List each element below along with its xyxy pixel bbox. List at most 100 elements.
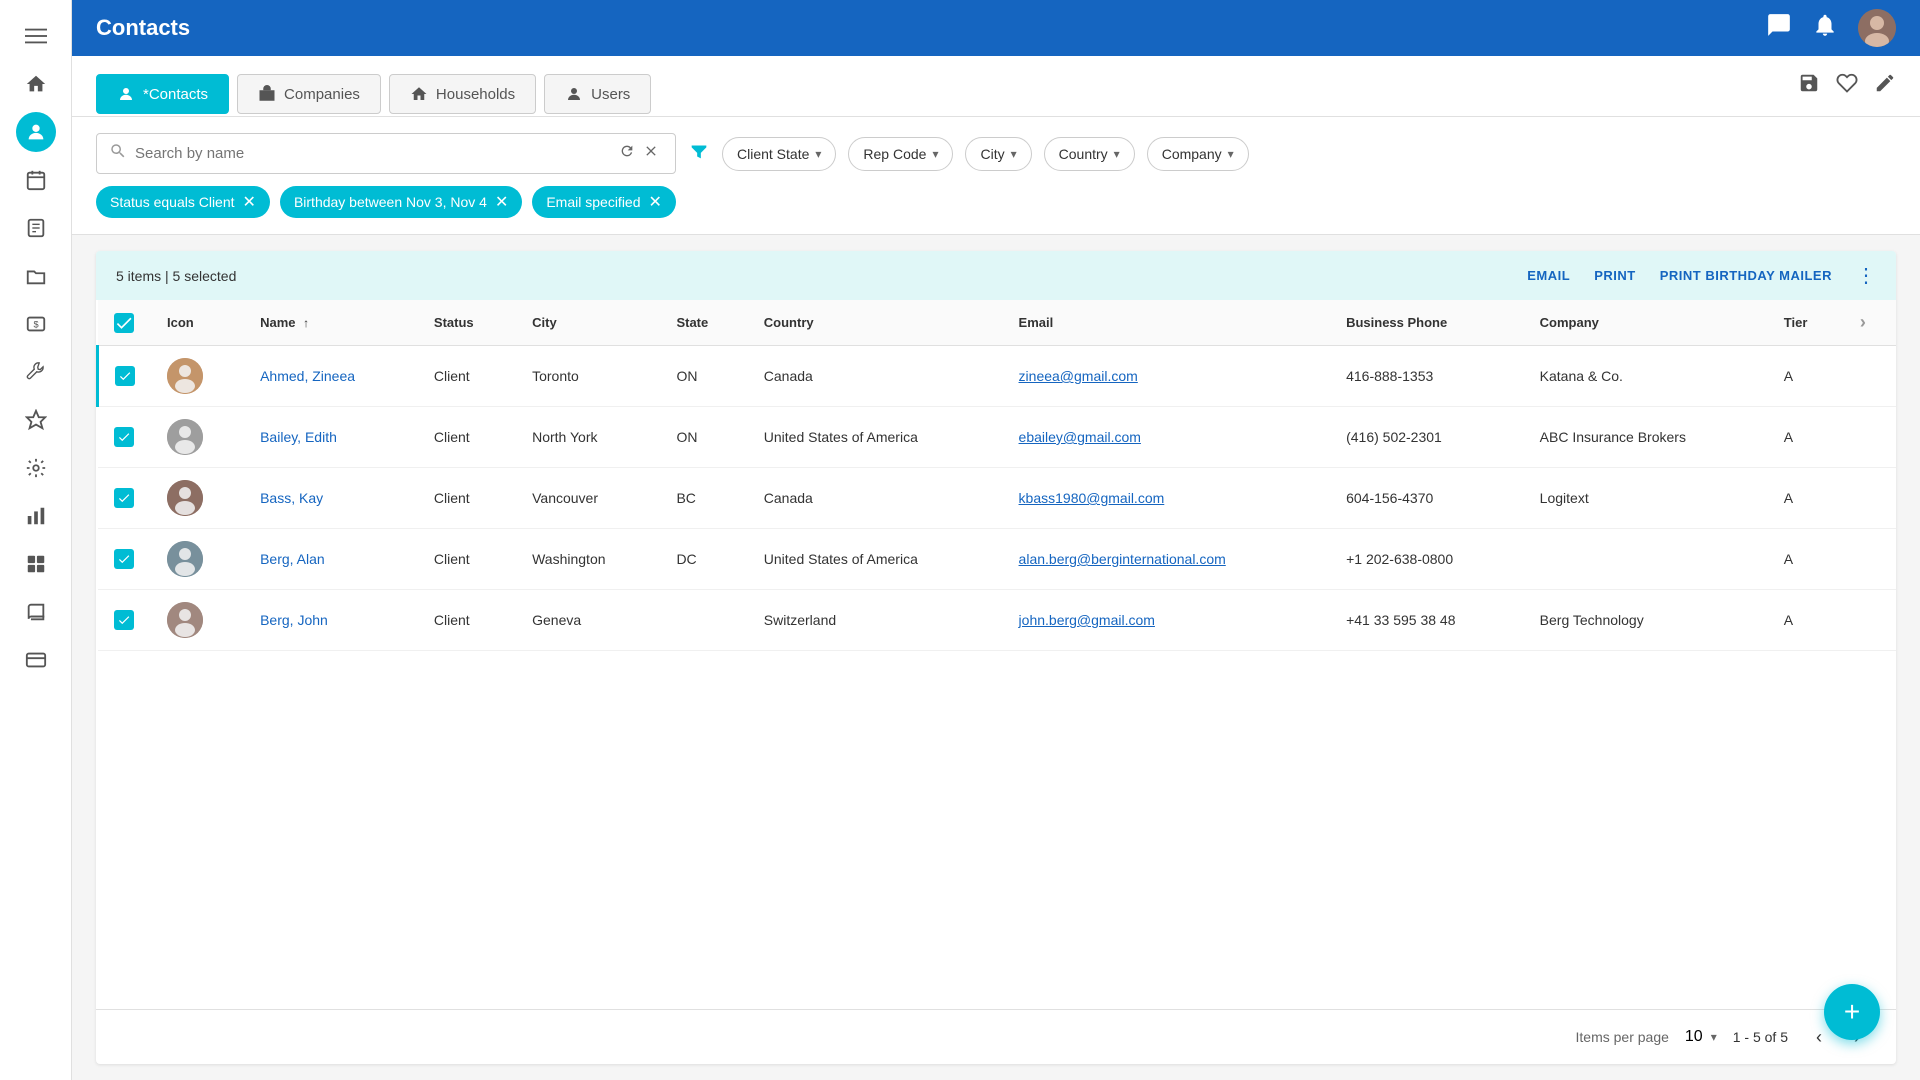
row-company-cell: Logitext: [1524, 468, 1768, 529]
row-tier-cell: A: [1768, 346, 1844, 407]
email-filter-chip[interactable]: Email specified ✕: [532, 186, 676, 218]
row-email-cell: ebailey@gmail.com: [1003, 407, 1331, 468]
tab-contacts[interactable]: *Contacts: [96, 74, 229, 114]
tab-companies[interactable]: Companies: [237, 74, 381, 114]
chart-icon[interactable]: [16, 496, 56, 536]
row-checkbox-3[interactable]: [114, 488, 134, 508]
company-dropdown[interactable]: Company ▾: [1147, 137, 1249, 171]
row-avatar-cell: [151, 529, 244, 590]
contact-name-link-1[interactable]: Ahmed, Zineea: [260, 368, 355, 384]
email-column-header: Email: [1003, 300, 1331, 346]
rep-code-dropdown[interactable]: Rep Code ▾: [848, 137, 953, 171]
print-button[interactable]: PRINT: [1594, 268, 1636, 283]
row-checkbox-4[interactable]: [114, 549, 134, 569]
contact-email-link-1[interactable]: zineea@gmail.com: [1019, 368, 1138, 384]
row-tier-cell: A: [1768, 407, 1844, 468]
contacts-icon[interactable]: [16, 112, 56, 152]
row-phone-cell: +1 202-638-0800: [1330, 529, 1524, 590]
scroll-right-icon[interactable]: ›: [1860, 312, 1866, 332]
row-status-cell: Client: [418, 407, 516, 468]
refresh-search-button[interactable]: [615, 143, 639, 164]
contact-avatar-5: [167, 602, 203, 638]
row-checkbox-cell: [98, 529, 152, 590]
contact-name-link-3[interactable]: Bass, Kay: [260, 490, 323, 506]
table-row: Berg, John Client Geneva Switzerland joh…: [98, 590, 1897, 651]
select-all-checkbox[interactable]: [114, 313, 134, 333]
star-icon[interactable]: [16, 400, 56, 440]
user-avatar[interactable]: [1858, 9, 1896, 47]
per-page-chevron[interactable]: ▾: [1711, 1030, 1717, 1044]
home-icon[interactable]: [16, 64, 56, 104]
row-name-cell: Berg, Alan: [244, 529, 418, 590]
contact-email-link-3[interactable]: kbass1980@gmail.com: [1019, 490, 1165, 506]
notification-icon[interactable]: [1812, 12, 1838, 44]
book-icon[interactable]: [16, 592, 56, 632]
row-company-cell: [1524, 529, 1768, 590]
row-extra-cell: [1844, 346, 1896, 407]
row-status-cell: Client: [418, 590, 516, 651]
menu-icon[interactable]: [16, 16, 56, 56]
row-company-cell: ABC Insurance Brokers: [1524, 407, 1768, 468]
tabs: *Contacts Companies Households Users: [96, 74, 651, 114]
contact-email-link-4[interactable]: alan.berg@berginternational.com: [1019, 551, 1226, 567]
icon-column-header: Icon: [151, 300, 244, 346]
row-city-cell: Washington: [516, 529, 660, 590]
client-state-dropdown[interactable]: Client State ▾: [722, 137, 836, 171]
contact-email-link-5[interactable]: john.berg@gmail.com: [1019, 612, 1155, 628]
save-view-icon[interactable]: [1798, 72, 1820, 100]
grid-icon[interactable]: [16, 544, 56, 584]
tab-households[interactable]: Households: [389, 74, 536, 114]
app-header: Contacts: [72, 0, 1920, 56]
edit-view-icon[interactable]: [1874, 72, 1896, 100]
print-birthday-mailer-button[interactable]: PRINT BIRTHDAY MAILER: [1660, 268, 1832, 283]
remove-email-filter[interactable]: ✕: [649, 192, 662, 212]
filter-icon[interactable]: [688, 140, 710, 168]
table-row: Bailey, Edith Client North York ON Unite…: [98, 407, 1897, 468]
name-column-header[interactable]: Name ↑: [244, 300, 418, 346]
remove-birthday-filter[interactable]: ✕: [495, 192, 508, 212]
row-email-cell: zineea@gmail.com: [1003, 346, 1331, 407]
row-checkbox-1[interactable]: [115, 366, 135, 386]
tab-bar: *Contacts Companies Households Users: [72, 56, 1920, 117]
remove-status-filter[interactable]: ✕: [243, 192, 256, 212]
row-checkbox-2[interactable]: [114, 427, 134, 447]
row-phone-cell: 416-888-1353: [1330, 346, 1524, 407]
add-contact-fab[interactable]: +: [1824, 984, 1880, 1040]
scroll-right-header[interactable]: ›: [1844, 300, 1896, 346]
contact-name-link-2[interactable]: Bailey, Edith: [260, 429, 337, 445]
row-checkbox-5[interactable]: [114, 610, 134, 630]
table-toolbar: 5 items | 5 selected EMAIL PRINT PRINT B…: [96, 251, 1896, 300]
contact-name-link-5[interactable]: Berg, John: [260, 612, 328, 628]
status-column-header: Status: [418, 300, 516, 346]
calendar-icon[interactable]: [16, 160, 56, 200]
tab-users[interactable]: Users: [544, 74, 651, 114]
more-actions-icon[interactable]: ⋮: [1856, 263, 1876, 288]
select-all-header[interactable]: [98, 300, 152, 346]
table-row: Ahmed, Zineea Client Toronto ON Canada z…: [98, 346, 1897, 407]
search-input[interactable]: [135, 145, 615, 162]
message-icon[interactable]: [1766, 12, 1792, 44]
email-button[interactable]: EMAIL: [1527, 268, 1570, 283]
pagination: Items per page 10 ▾ 1 - 5 of 5 ‹ ›: [96, 1009, 1896, 1064]
folder-icon[interactable]: [16, 256, 56, 296]
notes-icon[interactable]: [16, 208, 56, 248]
settings-icon[interactable]: [16, 448, 56, 488]
sort-icon: ↑: [303, 316, 309, 330]
card-icon[interactable]: [16, 640, 56, 680]
dollar-icon[interactable]: $: [16, 304, 56, 344]
contact-name-link-4[interactable]: Berg, Alan: [260, 551, 325, 567]
country-dropdown[interactable]: Country ▾: [1044, 137, 1135, 171]
row-avatar-cell: [151, 407, 244, 468]
city-dropdown[interactable]: City ▾: [965, 137, 1031, 171]
row-company-cell: Berg Technology: [1524, 590, 1768, 651]
clear-search-button[interactable]: [639, 143, 663, 164]
row-email-cell: john.berg@gmail.com: [1003, 590, 1331, 651]
favorite-icon[interactable]: [1836, 72, 1858, 100]
status-filter-chip[interactable]: Status equals Client ✕: [96, 186, 270, 218]
row-name-cell: Bass, Kay: [244, 468, 418, 529]
row-city-cell: North York: [516, 407, 660, 468]
birthday-filter-chip[interactable]: Birthday between Nov 3, Nov 4 ✕: [280, 186, 522, 218]
items-per-page-selector[interactable]: 10 ▾: [1685, 1028, 1717, 1046]
contact-email-link-2[interactable]: ebailey@gmail.com: [1019, 429, 1141, 445]
tools-icon[interactable]: [16, 352, 56, 392]
